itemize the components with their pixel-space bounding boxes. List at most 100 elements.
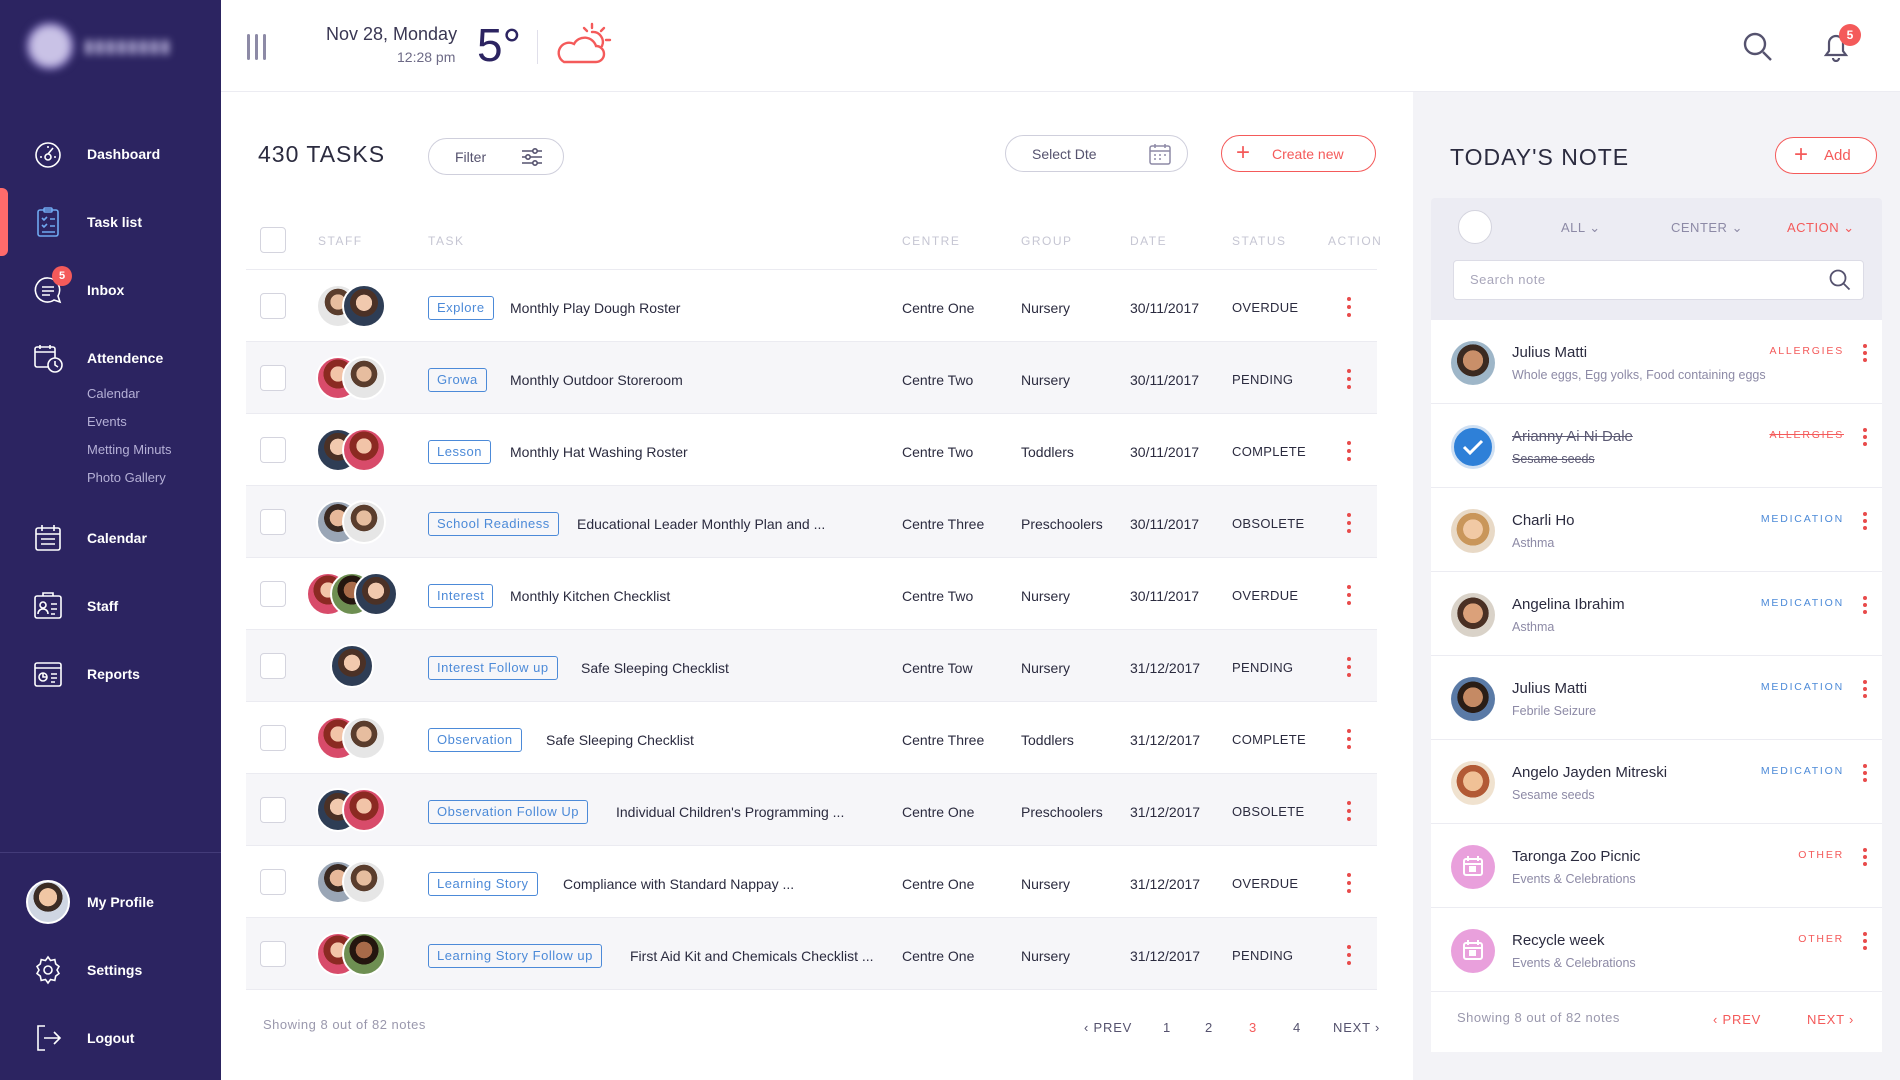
avatar[interactable]	[342, 428, 386, 472]
row-checkbox[interactable]	[260, 293, 286, 319]
search-icon[interactable]	[1743, 32, 1773, 62]
avatar[interactable]	[342, 716, 386, 760]
avatar[interactable]	[342, 860, 386, 904]
select-all-radio[interactable]	[1458, 210, 1492, 244]
nav-attendance[interactable]: Attendence	[0, 332, 221, 384]
task-tag[interactable]: Observation Follow Up	[428, 800, 588, 824]
logo[interactable]: ▮▮▮▮▮▮▮▮	[26, 22, 171, 70]
next-page-button[interactable]: NEXT ›	[1333, 1020, 1380, 1035]
task-tag[interactable]: School Readiness	[428, 512, 559, 536]
task-name[interactable]: Individual Children's Programming ...	[616, 804, 844, 820]
list-item[interactable]: Taronga Zoo Picnic Events & Celebrations…	[1431, 824, 1882, 908]
row-checkbox[interactable]	[260, 797, 286, 823]
row-checkbox[interactable]	[260, 581, 286, 607]
avatar[interactable]	[354, 572, 398, 616]
avatar[interactable]	[330, 644, 374, 688]
column-header[interactable]: STATUS	[1232, 234, 1287, 248]
task-name[interactable]: Safe Sleeping Checklist	[581, 660, 729, 676]
task-name[interactable]: Monthly Outdoor Storeroom	[510, 372, 683, 388]
list-item[interactable]: Julius Matti Whole eggs, Egg yolks, Food…	[1431, 320, 1882, 404]
table-row[interactable]: Explore Monthly Play Dough Roster Centre…	[246, 270, 1377, 342]
more-options-icon[interactable]	[1862, 848, 1868, 866]
notes-prev-button[interactable]: ‹ PREV	[1713, 1012, 1761, 1027]
list-item[interactable]: Angelina Ibrahim Asthma MEDICATION	[1431, 572, 1882, 656]
row-checkbox[interactable]	[260, 869, 286, 895]
more-options-icon[interactable]	[1862, 932, 1868, 950]
avatar[interactable]	[342, 788, 386, 832]
add-note-button[interactable]: + Add	[1775, 137, 1877, 174]
row-checkbox[interactable]	[260, 437, 286, 463]
filter-button[interactable]: Filter	[428, 138, 564, 175]
filter-center-dropdown[interactable]: CENTER ⌄	[1671, 220, 1743, 236]
more-options-icon[interactable]	[1346, 729, 1352, 749]
row-checkbox[interactable]	[260, 653, 286, 679]
page-number[interactable]: 2	[1205, 1020, 1213, 1035]
more-options-icon[interactable]	[1862, 344, 1868, 362]
nav-staff[interactable]: Staff	[0, 580, 221, 632]
table-row[interactable]: Learning Story Follow up First Aid Kit a…	[246, 918, 1377, 990]
table-row[interactable]: Interest Follow up Safe Sleeping Checkli…	[246, 630, 1377, 702]
table-row[interactable]: School Readiness Educational Leader Mont…	[246, 486, 1377, 558]
select-all-checkbox[interactable]	[260, 227, 286, 253]
table-row[interactable]: Observation Follow Up Individual Childre…	[246, 774, 1377, 846]
task-tag[interactable]: Interest Follow up	[428, 656, 558, 680]
more-options-icon[interactable]	[1862, 764, 1868, 782]
nav-settings[interactable]: Settings	[0, 944, 221, 996]
more-options-icon[interactable]	[1346, 585, 1352, 605]
table-row[interactable]: Growa Monthly Outdoor Storeroom Centre T…	[246, 342, 1377, 414]
task-tag[interactable]: Learning Story Follow up	[428, 944, 602, 968]
avatar[interactable]	[342, 932, 386, 976]
row-checkbox[interactable]	[260, 509, 286, 535]
more-options-icon[interactable]	[1862, 428, 1868, 446]
task-tag[interactable]: Lesson	[428, 440, 491, 464]
row-checkbox[interactable]	[260, 725, 286, 751]
search-note-input[interactable]: Search note	[1453, 260, 1864, 300]
nav-task-list[interactable]: Task list	[0, 188, 221, 256]
list-item[interactable]: Charli Ho Asthma MEDICATION	[1431, 488, 1882, 572]
subnav-photo-gallery[interactable]: Photo Gallery	[87, 470, 166, 485]
table-row[interactable]: Lesson Monthly Hat Washing Roster Centre…	[246, 414, 1377, 486]
task-tag[interactable]: Observation	[428, 728, 522, 752]
subnav-meeting-minutes[interactable]: Metting Minuts	[87, 442, 172, 457]
subnav-events[interactable]: Events	[87, 414, 127, 429]
table-row[interactable]: Observation Safe Sleeping Checklist Cent…	[246, 702, 1377, 774]
row-checkbox[interactable]	[260, 365, 286, 391]
column-header[interactable]: STAFF	[318, 234, 363, 248]
column-header[interactable]: DATE	[1130, 234, 1167, 248]
more-options-icon[interactable]	[1862, 512, 1868, 530]
page-number[interactable]: 1	[1163, 1020, 1171, 1035]
task-tag[interactable]: Interest	[428, 584, 494, 608]
menu-icon[interactable]	[247, 34, 269, 60]
more-options-icon[interactable]	[1346, 945, 1352, 965]
task-tag[interactable]: Explore	[428, 296, 494, 320]
list-item[interactable]: Angelo Jayden Mitreski Sesame seeds MEDI…	[1431, 740, 1882, 824]
task-tag[interactable]: Growa	[428, 368, 487, 392]
page-number-current[interactable]: 3	[1249, 1020, 1257, 1035]
table-row[interactable]: Learning Story Compliance with Standard …	[246, 846, 1377, 918]
column-header[interactable]: GROUP	[1021, 234, 1073, 248]
notes-next-button[interactable]: NEXT ›	[1807, 1012, 1854, 1027]
prev-page-button[interactable]: ‹ PREV	[1084, 1020, 1132, 1035]
avatar[interactable]	[342, 356, 386, 400]
more-options-icon[interactable]	[1346, 513, 1352, 533]
filter-action-dropdown[interactable]: ACTION ⌄	[1787, 220, 1855, 236]
filter-all-dropdown[interactable]: ALL ⌄	[1561, 220, 1601, 236]
list-item[interactable]: Recycle week Events & Celebrations OTHER	[1431, 908, 1882, 992]
more-options-icon[interactable]	[1862, 596, 1868, 614]
list-item[interactable]: Julius Matti Febrile Seizure MEDICATION	[1431, 656, 1882, 740]
nav-reports[interactable]: Reports	[0, 648, 221, 700]
task-name[interactable]: Safe Sleeping Checklist	[546, 732, 694, 748]
more-options-icon[interactable]	[1346, 801, 1352, 821]
date-picker[interactable]: Select Dte	[1005, 135, 1188, 172]
more-options-icon[interactable]	[1346, 441, 1352, 461]
more-options-icon[interactable]	[1346, 297, 1352, 317]
task-name[interactable]: Monthly Play Dough Roster	[510, 300, 680, 316]
nav-dashboard[interactable]: Dashboard	[0, 128, 221, 180]
nav-logout[interactable]: Logout	[0, 1012, 221, 1064]
task-name[interactable]: Educational Leader Monthly Plan and ...	[577, 516, 825, 532]
task-name[interactable]: Monthly Hat Washing Roster	[510, 444, 688, 460]
nav-calendar[interactable]: Calendar	[0, 512, 221, 564]
avatar[interactable]	[342, 500, 386, 544]
list-item[interactable]: Arianny Ai Ni Dale Sesame seeds ALLERGIE…	[1431, 404, 1882, 488]
task-tag[interactable]: Learning Story	[428, 872, 538, 896]
